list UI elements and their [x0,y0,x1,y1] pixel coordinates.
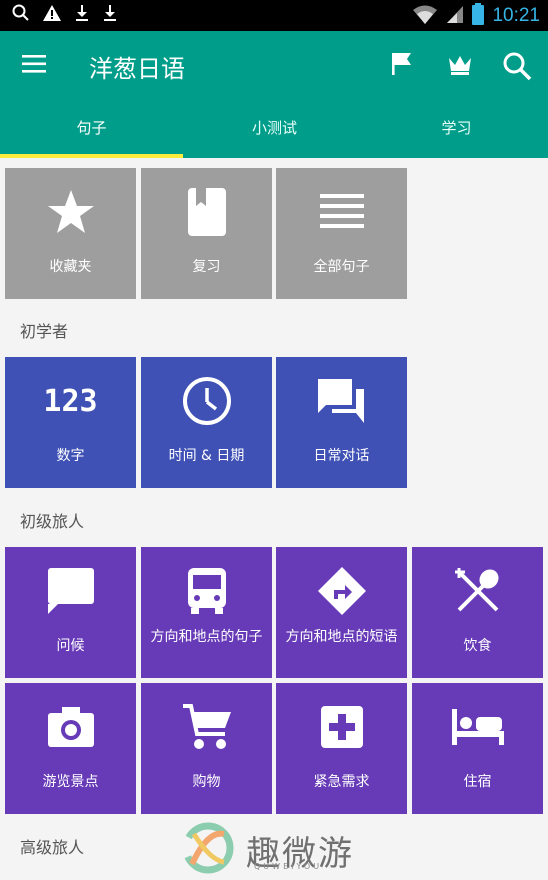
fork-spoon-icon [412,547,543,635]
direction-sign-icon [276,547,407,635]
crown-icon[interactable] [447,51,473,81]
section-title-beginner: 初学者 [20,322,69,341]
tab-indicator [0,154,183,158]
clock-time: 10:21 [492,5,540,26]
tile-label: 住宿 [463,774,492,790]
watermark: 趣微游 QUWEIYOU [180,820,354,880]
status-bar: 10:21 [0,0,548,31]
numbers-123-icon: 123 [43,383,98,419]
search-icon [12,4,30,26]
watermark-logo-icon [180,820,236,880]
tab-study[interactable]: 学习 [365,116,548,154]
tile-label: 收藏夹 [49,259,92,275]
tile-label: 日常对话 [313,448,370,464]
app-title: 洋葱日语 [89,55,185,83]
tile-label: 全部句子 [313,259,370,275]
section-title-novice-traveler: 初级旅人 [20,512,85,531]
tile-favorites[interactable]: 收藏夹 [5,168,136,299]
tile-accommodation[interactable]: 住宿 [412,683,543,814]
tile-shopping[interactable]: 购物 [141,683,272,814]
tile-review[interactable]: 复习 [141,168,272,299]
tile-time-date[interactable]: 时间 & 日期 [141,357,272,488]
tile-label: 方向和地点的句子 [150,629,263,645]
star-icon [5,168,136,256]
list-icon [276,168,407,256]
tile-numbers[interactable]: 123 数字 [5,357,136,488]
tile-label: 购物 [192,774,221,790]
app-bar: 洋葱日语 句子 小测试 学习 [0,31,548,158]
signal-icon [446,4,464,28]
tile-label: 方向和地点的短语 [285,629,398,645]
menu-icon[interactable] [22,53,48,79]
search-icon[interactable] [502,51,532,85]
tile-food[interactable]: 饮食 [412,547,543,678]
watermark-subtext: QUWEIYOU [254,862,323,871]
tile-label: 饮食 [463,638,492,654]
tile-emergency[interactable]: 紧急需求 [276,683,407,814]
wifi-icon [412,4,438,28]
speech-bubble-icon [5,547,136,635]
tile-label: 复习 [192,259,221,275]
tile-directions-sentences[interactable]: 方向和地点的句子 [141,547,272,678]
tab-quiz[interactable]: 小测试 [183,116,366,154]
download-icon [102,4,118,26]
download-icon [74,4,90,26]
warning-icon [42,4,62,26]
tile-greetings[interactable]: 问候 [5,547,136,678]
chat-bubbles-icon [276,357,407,445]
medical-cross-icon [276,683,407,771]
bed-icon [412,683,543,771]
tab-bar: 句子 小测试 学习 [0,116,548,158]
book-icon [141,168,272,256]
tile-sightseeing[interactable]: 游览景点 [5,683,136,814]
camera-icon [5,683,136,771]
tile-label: 游览景点 [42,774,99,790]
battery-icon [472,3,485,29]
tile-directions-phrases[interactable]: 方向和地点的短语 [276,547,407,678]
clock-icon [141,357,272,445]
section-title-advanced-traveler: 高级旅人 [20,838,85,857]
shopping-cart-icon [141,683,272,771]
tab-sentences[interactable]: 句子 [0,116,183,154]
flag-icon[interactable] [390,51,414,81]
tile-label: 数字 [56,448,85,464]
tile-label: 时间 & 日期 [168,448,245,464]
bus-icon [141,547,272,635]
tile-label: 问候 [56,638,85,654]
tile-all-sentences[interactable]: 全部句子 [276,168,407,299]
tile-daily-conversation[interactable]: 日常对话 [276,357,407,488]
tile-label: 紧急需求 [313,774,370,790]
